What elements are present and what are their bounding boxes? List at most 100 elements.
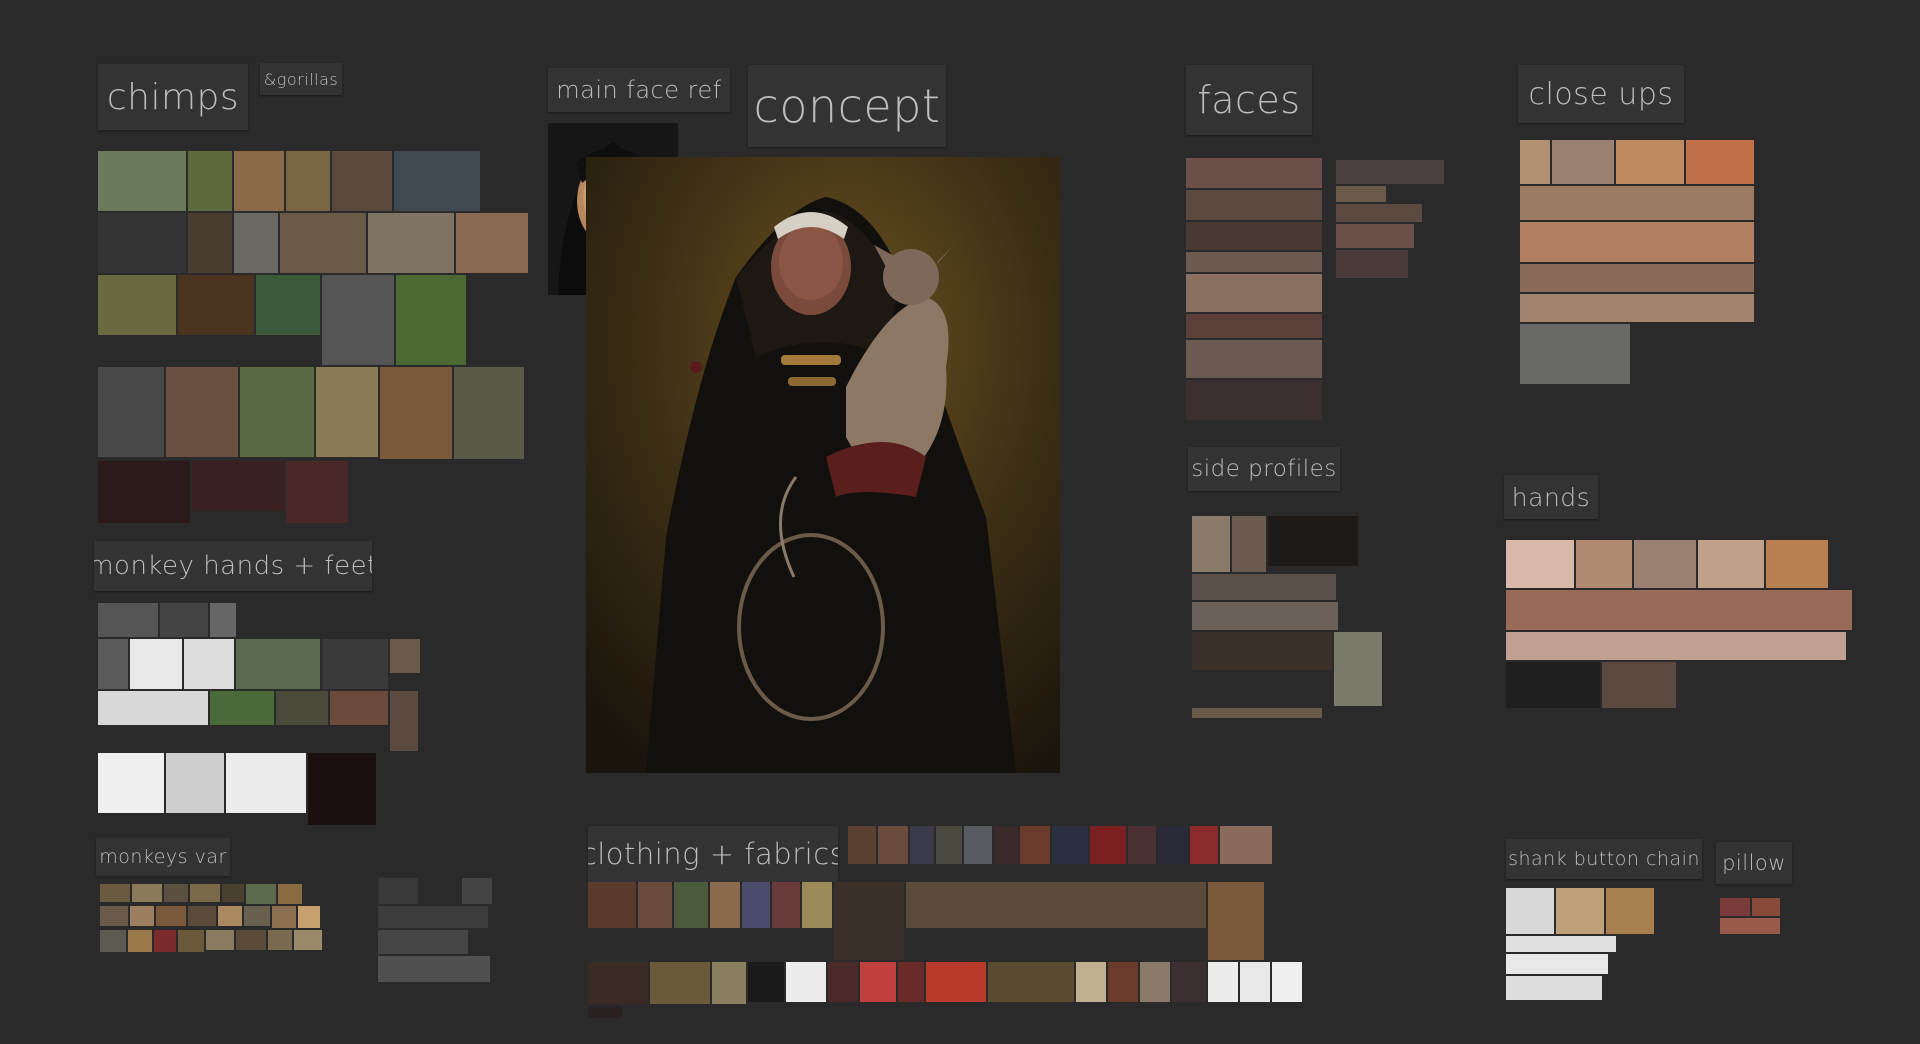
face-photo[interactable]: [1336, 204, 1422, 222]
monkey-var-photo[interactable]: [100, 884, 130, 902]
chimp-photo[interactable]: [98, 461, 190, 523]
clothing-photo[interactable]: [712, 962, 746, 1004]
clothing-photo[interactable]: [1208, 882, 1264, 960]
monkey-hand-photo[interactable]: [130, 639, 182, 689]
clothing-photo[interactable]: [674, 882, 708, 928]
face-photo[interactable]: [1336, 224, 1414, 248]
hand-photo[interactable]: [1506, 632, 1846, 660]
monkey-sculpt-photo[interactable]: [378, 930, 468, 954]
pillow-photo[interactable]: [1720, 898, 1750, 916]
monkey-var-photo[interactable]: [156, 906, 186, 926]
monkey-var-photo[interactable]: [294, 930, 322, 950]
chimp-photo[interactable]: [286, 461, 348, 523]
monkey-var-photo[interactable]: [278, 884, 302, 904]
clothing-photo[interactable]: [1090, 826, 1126, 864]
button-photo[interactable]: [1506, 954, 1608, 974]
face-photo[interactable]: [1336, 250, 1408, 278]
monkey-hand-photo[interactable]: [226, 753, 306, 813]
clothing-photo[interactable]: [1020, 826, 1050, 864]
monkey-hand-photo[interactable]: [98, 753, 164, 813]
monkey-sculpt-photo[interactable]: [378, 906, 488, 928]
monkey-hand-photo[interactable]: [210, 691, 274, 725]
chimp-photo[interactable]: [332, 151, 392, 211]
clothing-photo[interactable]: [1052, 826, 1088, 864]
face-photo[interactable]: [1186, 274, 1322, 312]
button-photo[interactable]: [1506, 936, 1616, 952]
clothing-photo[interactable]: [994, 826, 1018, 864]
monkey-hand-photo[interactable]: [322, 639, 388, 689]
monkey-var-photo[interactable]: [178, 930, 204, 952]
monkey-hand-photo[interactable]: [98, 639, 128, 689]
label-concept[interactable]: concept: [748, 65, 946, 147]
chimp-photo[interactable]: [286, 151, 330, 211]
monkey-var-photo[interactable]: [132, 884, 162, 902]
monkey-hand-photo[interactable]: [210, 603, 236, 637]
close-up-photo[interactable]: [1520, 222, 1754, 262]
clothing-photo[interactable]: [650, 962, 710, 1004]
clothing-photo[interactable]: [898, 962, 924, 1002]
clothing-photo[interactable]: [988, 962, 1074, 1002]
hand-photo[interactable]: [1576, 540, 1632, 588]
chimp-photo[interactable]: [316, 367, 378, 457]
chimp-photo[interactable]: [368, 213, 454, 273]
concept-painting[interactable]: [586, 157, 1060, 773]
clothing-photo[interactable]: [588, 962, 648, 1004]
monkey-var-photo[interactable]: [272, 906, 296, 928]
chimp-photo[interactable]: [188, 151, 232, 211]
label-clothing-fabrics[interactable]: clothing + fabrics: [588, 826, 838, 882]
hand-photo[interactable]: [1602, 662, 1676, 708]
monkey-var-photo[interactable]: [188, 906, 216, 926]
monkey-var-photo[interactable]: [218, 906, 242, 926]
monkey-var-photo[interactable]: [164, 884, 188, 902]
monkey-var-photo[interactable]: [298, 906, 320, 928]
clothing-photo[interactable]: [710, 882, 740, 928]
chimp-photo[interactable]: [98, 367, 164, 457]
clothing-photo[interactable]: [834, 882, 904, 960]
clothing-photo[interactable]: [772, 882, 800, 928]
clothing-photo[interactable]: [1208, 962, 1238, 1002]
monkey-var-photo[interactable]: [222, 884, 244, 902]
face-photo[interactable]: [1336, 186, 1386, 202]
pillow-photo[interactable]: [1752, 898, 1780, 916]
clothing-photo[interactable]: [848, 826, 876, 864]
close-up-photo[interactable]: [1552, 140, 1614, 184]
monkey-var-photo[interactable]: [154, 930, 176, 952]
label-side-profiles[interactable]: side profiles: [1188, 447, 1340, 491]
chimp-photo[interactable]: [98, 275, 176, 335]
chimp-photo[interactable]: [192, 461, 284, 511]
side-profile-photo[interactable]: [1268, 516, 1358, 566]
face-photo[interactable]: [1336, 160, 1444, 184]
monkey-var-photo[interactable]: [246, 884, 276, 904]
close-up-photo[interactable]: [1686, 140, 1754, 184]
monkey-hand-photo[interactable]: [236, 639, 320, 689]
hand-photo[interactable]: [1506, 662, 1600, 708]
close-up-photo[interactable]: [1520, 324, 1630, 384]
side-profile-photo[interactable]: [1192, 632, 1332, 670]
monkey-hand-photo[interactable]: [238, 603, 418, 637]
chimp-photo[interactable]: [188, 213, 232, 273]
clothing-photo[interactable]: [1272, 962, 1302, 1002]
chimp-photo[interactable]: [454, 367, 524, 459]
label-monkey-hands-feet[interactable]: monkey hands + feet: [94, 541, 372, 591]
monkey-sculpt-photo[interactable]: [378, 956, 490, 982]
clothing-photo[interactable]: [926, 962, 986, 1002]
side-profile-photo[interactable]: [1192, 602, 1338, 630]
clothing-photo[interactable]: [748, 962, 784, 1002]
chimp-photo[interactable]: [396, 275, 466, 365]
side-profile-photo[interactable]: [1192, 516, 1230, 572]
close-up-photo[interactable]: [1520, 264, 1754, 292]
chimp-photo[interactable]: [178, 275, 254, 335]
clothing-photo[interactable]: [1158, 826, 1188, 864]
clothing-photo[interactable]: [1172, 962, 1206, 1002]
chimp-photo[interactable]: [166, 367, 238, 457]
close-up-photo[interactable]: [1520, 186, 1754, 220]
clothing-photo[interactable]: [638, 882, 672, 928]
label-shank-button-chain[interactable]: shank button chain: [1506, 839, 1702, 879]
monkey-sculpt-photo[interactable]: [378, 878, 418, 904]
chimp-photo[interactable]: [322, 275, 394, 365]
monkey-sculpt-photo[interactable]: [420, 878, 460, 904]
side-profile-photo[interactable]: [1192, 708, 1322, 718]
monkey-var-photo[interactable]: [206, 930, 234, 950]
side-profile-photo[interactable]: [1192, 574, 1336, 600]
pillow-photo[interactable]: [1720, 918, 1780, 934]
